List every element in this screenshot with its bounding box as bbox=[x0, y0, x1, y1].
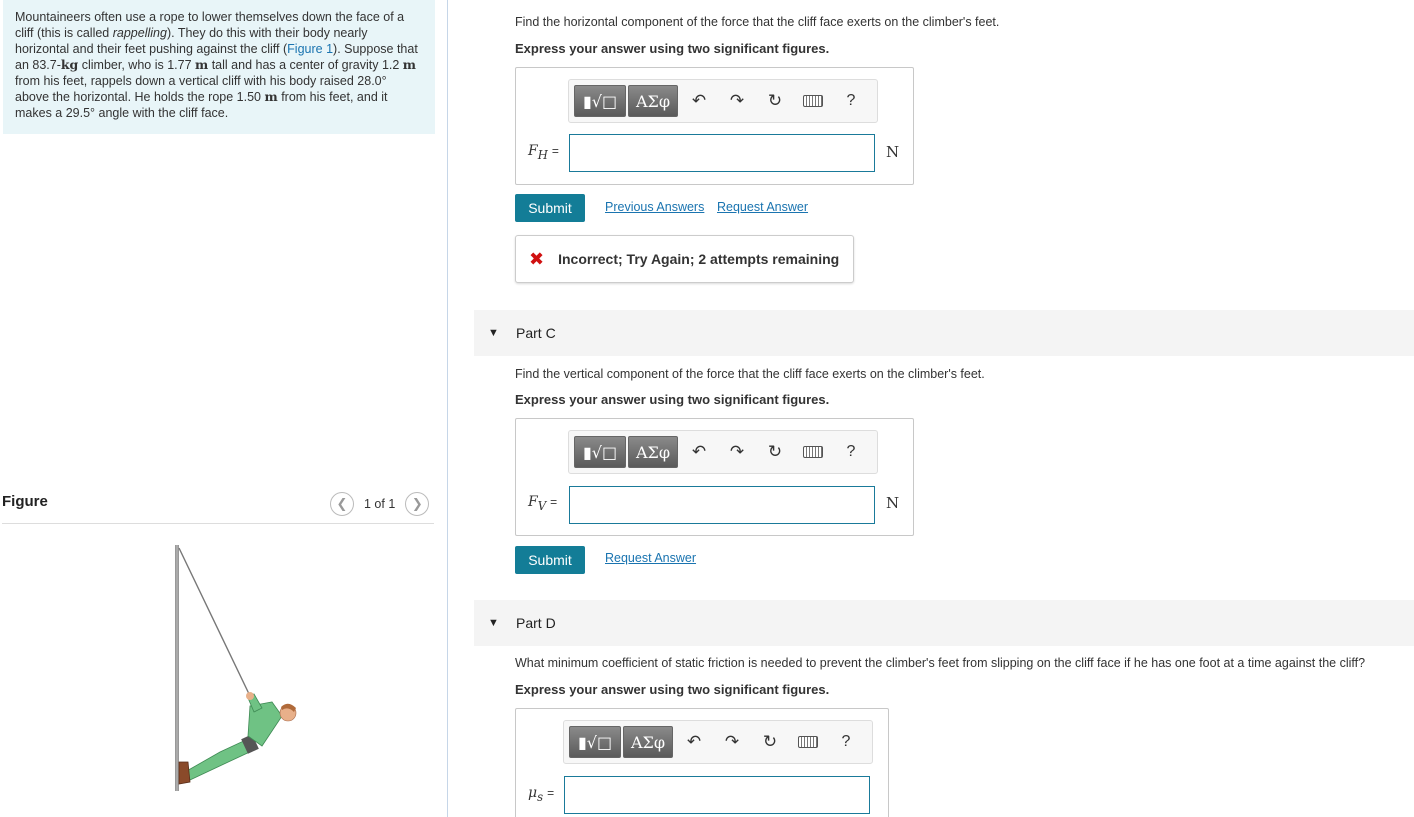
unit-m: m bbox=[195, 57, 209, 72]
feedback-message: ✖ Incorrect; Try Again; 2 attempts remai… bbox=[515, 235, 854, 283]
keyboard-icon[interactable] bbox=[794, 446, 832, 458]
templates-button[interactable]: ▮√□ bbox=[574, 436, 626, 468]
figure-counter: 1 of 1 bbox=[364, 497, 396, 511]
greek-symbols-button[interactable]: ΑΣφ bbox=[628, 85, 678, 117]
help-icon[interactable]: ? bbox=[832, 443, 870, 461]
partC-answer-box: ▮√□ ΑΣφ ↶ ↷ ↻ ? FV = N bbox=[515, 418, 914, 536]
left-panel: Mountaineers often use a rope to lower t… bbox=[0, 0, 448, 817]
partD-question: What minimum coefficient of static frict… bbox=[515, 656, 1366, 670]
variable-label: FH = bbox=[528, 143, 559, 162]
figure-link[interactable]: Figure 1 bbox=[287, 42, 333, 56]
right-panel: Find the horizontal component of the for… bbox=[449, 0, 1414, 817]
partB-instruction: Express your answer using two significan… bbox=[515, 41, 830, 56]
templates-button[interactable]: ▮√□ bbox=[569, 726, 621, 758]
problem-text: tall and has a center of gravity 1.2 bbox=[208, 58, 403, 72]
chevron-right-icon[interactable]: ❯ bbox=[405, 492, 430, 516]
partD-instruction: Express your answer using two significan… bbox=[515, 682, 830, 697]
partD-title: Part D bbox=[516, 615, 556, 631]
reset-icon[interactable]: ↻ bbox=[756, 442, 794, 462]
partD-answer-input[interactable] bbox=[564, 776, 870, 814]
figure-pager: ❮ 1 of 1 ❯ bbox=[330, 492, 430, 516]
previous-answers-link[interactable]: Previous Answers bbox=[605, 200, 704, 214]
unit-kg: kg bbox=[60, 57, 79, 72]
partC-instruction: Express your answer using two significan… bbox=[515, 392, 830, 407]
variable-label: μs = bbox=[528, 785, 555, 804]
climber-hand bbox=[246, 692, 254, 700]
partB-question: Find the horizontal component of the for… bbox=[515, 15, 1000, 29]
redo-icon[interactable]: ↷ bbox=[713, 732, 751, 752]
math-toolbar: ▮√□ ΑΣφ ↶ ↷ ↻ ? bbox=[568, 79, 878, 123]
partD-answer-box: ▮√□ ΑΣφ ↶ ↷ ↻ ? μs = bbox=[515, 708, 889, 817]
greek-symbols-button[interactable]: ΑΣφ bbox=[628, 436, 678, 468]
math-toolbar: ▮√□ ΑΣφ ↶ ↷ ↻ ? bbox=[568, 430, 878, 474]
help-icon[interactable]: ? bbox=[827, 733, 865, 751]
variable-label: FV = bbox=[528, 494, 558, 513]
keyboard-icon[interactable] bbox=[789, 736, 827, 748]
error-icon: ✖ bbox=[529, 248, 545, 269]
partC-title: Part C bbox=[516, 325, 556, 341]
problem-text-italic: rappelling bbox=[112, 26, 167, 40]
partB-answer-input[interactable] bbox=[569, 134, 875, 172]
collapse-triangle-icon[interactable]: ▼ bbox=[488, 327, 516, 339]
undo-icon[interactable]: ↶ bbox=[680, 91, 718, 111]
rope bbox=[178, 547, 251, 697]
climber-foot bbox=[178, 761, 191, 785]
math-toolbar: ▮√□ ΑΣφ ↶ ↷ ↻ ? bbox=[563, 720, 873, 764]
unit-m: m bbox=[402, 57, 417, 72]
partC-answer-input[interactable] bbox=[569, 486, 875, 524]
undo-icon[interactable]: ↶ bbox=[680, 442, 718, 462]
unit-label: N bbox=[886, 143, 900, 161]
figure-divider bbox=[2, 523, 434, 524]
unit-label: N bbox=[886, 494, 900, 512]
chevron-left-icon[interactable]: ❮ bbox=[330, 492, 354, 516]
help-icon[interactable]: ? bbox=[832, 92, 870, 110]
partC-request-answer-link[interactable]: Request Answer bbox=[605, 551, 696, 565]
greek-symbols-button[interactable]: ΑΣφ bbox=[623, 726, 673, 758]
problem-statement: Mountaineers often use a rope to lower t… bbox=[3, 0, 435, 134]
climber-figure bbox=[175, 545, 297, 791]
problem-text: climber, who is 1.77 bbox=[78, 58, 195, 72]
feedback-text: Incorrect; Try Again; 2 attempts remaini… bbox=[558, 251, 840, 267]
redo-icon[interactable]: ↷ bbox=[718, 442, 756, 462]
partD-header[interactable]: ▼ Part D bbox=[474, 600, 1414, 646]
reset-icon[interactable]: ↻ bbox=[751, 732, 789, 752]
unit-m: m bbox=[264, 89, 278, 104]
partB-request-answer-link[interactable]: Request Answer bbox=[717, 200, 808, 214]
undo-icon[interactable]: ↶ bbox=[675, 732, 713, 752]
reset-icon[interactable]: ↻ bbox=[756, 91, 794, 111]
keyboard-icon[interactable] bbox=[794, 95, 832, 107]
partC-submit-button[interactable]: Submit bbox=[515, 546, 585, 574]
partC-header[interactable]: ▼ Part C bbox=[474, 310, 1414, 356]
redo-icon[interactable]: ↷ bbox=[718, 91, 756, 111]
templates-button[interactable]: ▮√□ bbox=[574, 85, 626, 117]
partB-submit-button[interactable]: Submit bbox=[515, 194, 585, 222]
figure-title: Figure bbox=[2, 493, 48, 510]
partC-question: Find the vertical component of the force… bbox=[515, 367, 985, 381]
partB-answer-box: ▮√□ ΑΣφ ↶ ↷ ↻ ? FH = N bbox=[515, 67, 914, 185]
collapse-triangle-icon[interactable]: ▼ bbox=[488, 617, 516, 629]
